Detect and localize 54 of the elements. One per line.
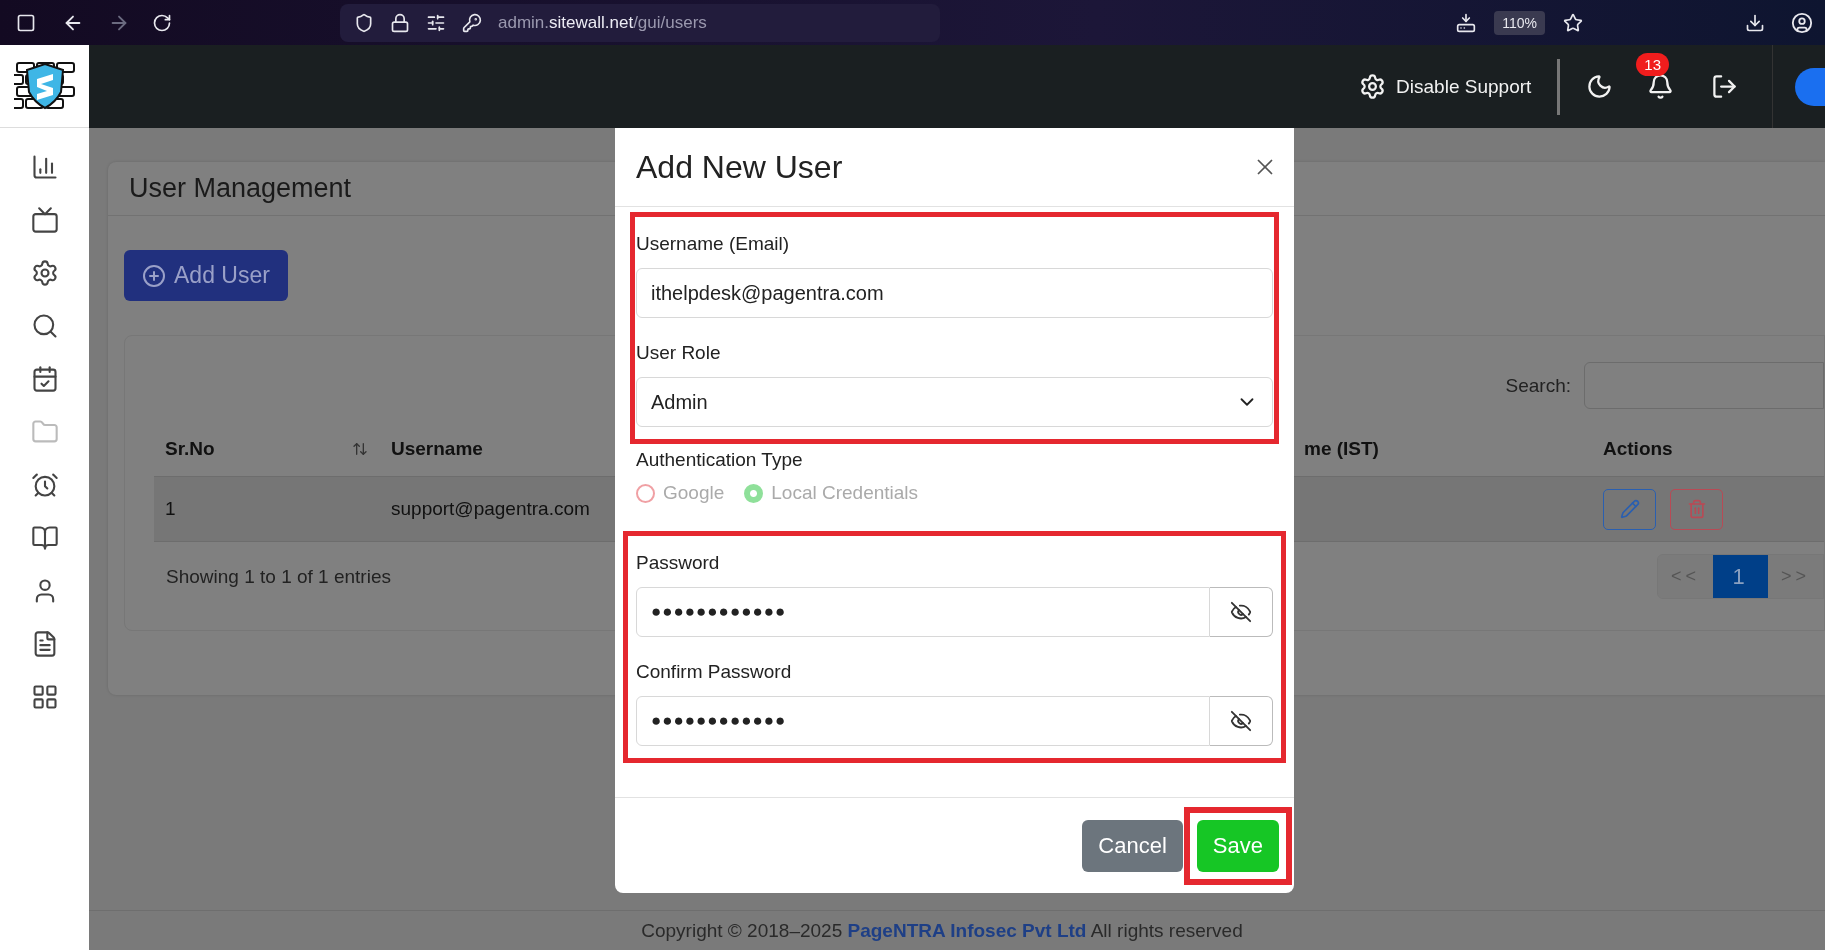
lock-icon[interactable]: [390, 12, 410, 33]
entries-info: Showing 1 to 1 of 1 entries: [166, 565, 391, 588]
zoom-level[interactable]: 110%: [1494, 10, 1545, 35]
reload-icon[interactable]: [152, 12, 172, 33]
star-icon[interactable]: [1563, 12, 1583, 33]
url-text[interactable]: admin.sitewall.net/gui/users: [498, 12, 707, 33]
notification-badge: 13: [1636, 53, 1669, 76]
page-button[interactable]: 1: [1713, 555, 1768, 598]
moon-icon[interactable]: [1586, 73, 1614, 100]
book-icon[interactable]: [30, 524, 59, 552]
field-label: User Role: [636, 342, 722, 364]
avatar[interactable]: [1795, 67, 1825, 106]
grid-icon[interactable]: [30, 683, 59, 711]
settings-icon: [1359, 73, 1387, 100]
copyright-text: Copyright © 2018–2025 PageNTRA Infosec Pvt Ltd All rights reserved: [641, 919, 1244, 942]
shield-icon[interactable]: [354, 12, 374, 33]
eye-off-icon: [1230, 601, 1252, 623]
email-field[interactable]: ithelpdesk@pagentra.com: [636, 268, 1273, 318]
field-label: Authentication Type: [636, 449, 804, 471]
field-label: Confirm Password: [636, 661, 793, 683]
calendar-check-icon[interactable]: [30, 365, 59, 393]
alarm-clock-icon[interactable]: [30, 471, 59, 499]
dialog-title: Add New User: [636, 148, 843, 186]
save-page-icon[interactable]: [1456, 12, 1477, 33]
field-label: Username (Email): [636, 233, 791, 255]
role-select[interactable]: Admin: [636, 377, 1273, 427]
settings-icon[interactable]: [30, 259, 59, 287]
key-icon[interactable]: [462, 12, 482, 33]
bar-chart-icon[interactable]: [30, 153, 59, 181]
table-cell: 1: [154, 477, 380, 542]
trash-icon: [1686, 499, 1707, 519]
disable-support-button[interactable]: Disable Support: [1359, 73, 1532, 100]
show-password-button[interactable]: [1210, 696, 1273, 746]
sliders-icon[interactable]: [426, 12, 446, 33]
eye-off-icon: [1230, 710, 1252, 732]
add-user-button[interactable]: Add User: [124, 250, 288, 301]
download-icon[interactable]: [1745, 12, 1765, 33]
field-label: Password: [636, 552, 721, 574]
tabs-icon[interactable]: [16, 12, 36, 33]
plus-circle-icon: [142, 263, 166, 288]
search-label: Search:: [1505, 374, 1571, 397]
logo-icon: [13, 60, 76, 112]
pencil-icon: [1619, 499, 1640, 519]
sort-icon[interactable]: [352, 440, 368, 457]
cancel-button[interactable]: Cancel: [1082, 819, 1183, 872]
bell-icon[interactable]: [1647, 73, 1675, 100]
tv-icon[interactable]: [30, 206, 59, 234]
search-icon[interactable]: [30, 312, 59, 340]
password-field[interactable]: ●●●●●●●●●●●●: [636, 587, 1210, 637]
logout-icon[interactable]: [1711, 73, 1738, 100]
page-title: User Management: [129, 173, 352, 204]
show-password-button[interactable]: [1210, 587, 1273, 637]
password-field[interactable]: ●●●●●●●●●●●●: [636, 696, 1210, 746]
profile-icon[interactable]: [1791, 11, 1813, 34]
